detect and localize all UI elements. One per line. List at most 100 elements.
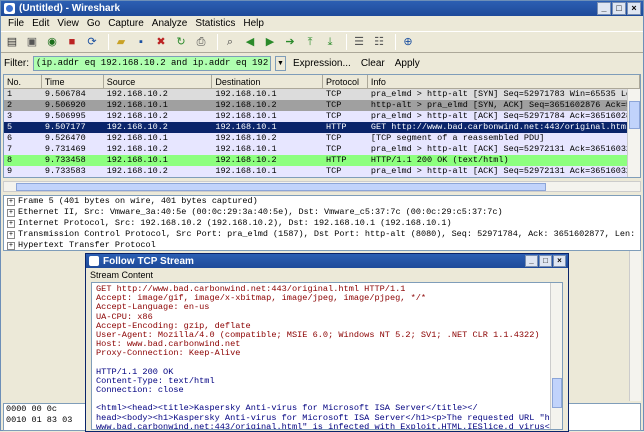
detail-scrollbar[interactable] xyxy=(629,251,641,401)
packet-row[interactable]: 8 9.733458 192.168.10.1 192.168.10.2 HTTP HTT… xyxy=(4,155,640,166)
detail-row-label: Frame 5 (401 bytes on wire, 401 bytes ca… xyxy=(18,196,258,206)
scroll-thumb[interactable] xyxy=(629,101,640,129)
auto-scroll-icon[interactable]: ☷ xyxy=(371,34,387,50)
col-destination[interactable]: Destination xyxy=(212,75,324,88)
print-icon[interactable]: ⎙ xyxy=(193,34,209,50)
packet-cell-dst: 192.168.10.1 xyxy=(215,144,277,154)
go-last-icon[interactable]: ⤓ xyxy=(322,34,338,50)
detail-row-tcp[interactable]: + Transmission Control Protocol, Src Port… xyxy=(4,229,640,240)
packet-cell-no: 5 xyxy=(7,122,13,132)
capture-options-icon[interactable]: ▣ xyxy=(24,34,40,50)
expand-icon[interactable]: + xyxy=(7,230,15,239)
stream-scrollbar[interactable] xyxy=(550,283,562,429)
menu-view[interactable]: View xyxy=(53,18,83,29)
packet-list-hscrollbar[interactable] xyxy=(3,181,641,192)
detail-row-label: Internet Protocol, Src: 192.168.10.2 (19… xyxy=(18,218,452,228)
clear-button[interactable]: Clear xyxy=(358,58,388,69)
expression-button[interactable]: Expression... xyxy=(290,58,354,69)
stream-content-label: Stream Content xyxy=(90,270,154,280)
menu-capture[interactable]: Capture xyxy=(104,18,148,29)
start-capture-icon[interactable]: ◉ xyxy=(44,34,60,50)
request-line: Proxy-Connection: Keep-Alive xyxy=(96,348,241,359)
open-file-icon[interactable]: ▰ xyxy=(113,34,129,50)
close-button[interactable]: × xyxy=(627,2,641,15)
interface-list-icon[interactable]: ▤ xyxy=(4,34,20,50)
go-back-icon[interactable]: ◀ xyxy=(242,34,258,50)
dialog-minimize-button[interactable]: _ xyxy=(525,255,538,267)
packet-cell-time: 9.733458 xyxy=(44,155,86,165)
scroll-thumb[interactable] xyxy=(552,378,562,408)
toolbar-separator xyxy=(217,34,218,50)
toolbar-separator xyxy=(346,34,347,50)
packet-row[interactable]: 2 9.506920 192.168.10.1 192.168.10.2 TCP http… xyxy=(4,100,640,111)
scroll-thumb[interactable] xyxy=(16,183,546,191)
packet-cell-proto: HTTP xyxy=(326,155,347,165)
filter-toolbar: Filter: (ip.addr eq 192.168.10.2 and ip.… xyxy=(1,54,643,72)
detail-row-ethernet[interactable]: + Ethernet II, Src: Vmware_3a:40:5e (00:0… xyxy=(4,207,640,218)
detail-row-ip[interactable]: + Internet Protocol, Src: 192.168.10.2 (1… xyxy=(4,218,640,229)
menu-go[interactable]: Go xyxy=(83,18,104,29)
filter-input[interactable]: (ip.addr eq 192.168.10.2 and ip.addr eq … xyxy=(33,55,271,71)
restart-capture-icon[interactable]: ⟳ xyxy=(84,34,100,50)
title-bar: (Untitled) - Wireshark _ □ × xyxy=(1,1,643,16)
packet-cell-dst: 192.168.10.1 xyxy=(212,177,323,178)
menu-help[interactable]: Help xyxy=(239,18,268,29)
packet-cell-info: http-alt > pra_elmd [SYN, ACK] Seq=36516… xyxy=(370,100,637,110)
filter-dropdown-icon[interactable]: ▼ xyxy=(275,55,286,71)
packet-cell-src: 192.168.10.1 xyxy=(106,100,168,110)
reload-icon[interactable]: ↻ xyxy=(173,34,189,50)
save-file-icon[interactable]: ▪ xyxy=(133,34,149,50)
colorize-icon[interactable]: ☰ xyxy=(351,34,367,50)
detail-row-label: Transmission Control Protocol, Src Port:… xyxy=(18,229,641,239)
apply-button[interactable]: Apply xyxy=(392,58,423,69)
packet-cell-no: 8 xyxy=(7,155,13,165)
menu-edit[interactable]: Edit xyxy=(28,18,53,29)
menu-statistics[interactable]: Statistics xyxy=(191,18,239,29)
maximize-button[interactable]: □ xyxy=(612,2,626,15)
stream-content-text[interactable]: GET http://www.bad.carbonwind.net:443/or… xyxy=(91,282,563,430)
packet-cell-time: 9.526470 xyxy=(44,133,86,143)
col-no[interactable]: No. xyxy=(4,75,42,88)
go-to-packet-icon[interactable]: ➔ xyxy=(282,34,298,50)
packet-row[interactable]: 5 9.507177 192.168.10.2 192.168.10.1 HTTP GET… xyxy=(4,122,640,133)
col-protocol[interactable]: Protocol xyxy=(323,75,368,88)
minimize-button[interactable]: _ xyxy=(597,2,611,15)
packet-cell-time: 9.731469 xyxy=(44,144,86,154)
expand-icon[interactable]: + xyxy=(7,208,15,217)
packet-row[interactable]: 1 9.506784 192.168.10.2 192.168.10.1 TCP pra_… xyxy=(4,89,640,100)
packet-row[interactable]: 6 9.526470 192.168.10.1 192.168.10.2 TCP [TCP… xyxy=(4,133,640,144)
response-line: Connection: close xyxy=(96,385,184,396)
detail-row-frame[interactable]: + Frame 5 (401 bytes on wire, 401 bytes c… xyxy=(4,196,640,207)
zoom-icon[interactable]: ⊕ xyxy=(400,34,416,50)
stop-capture-icon[interactable]: ■ xyxy=(64,34,80,50)
detail-row-http[interactable]: + Hypertext Transfer Protocol xyxy=(4,240,640,250)
menu-file[interactable]: File xyxy=(4,18,28,29)
packet-cell-time: 9.507177 xyxy=(44,122,86,132)
find-icon[interactable]: ⌕ xyxy=(222,34,238,50)
packet-cell-src: 192.168.10.2 xyxy=(106,144,168,154)
dialog-close-button[interactable]: × xyxy=(553,255,566,267)
packet-list[interactable]: No. Time Source Destination Protocol Inf… xyxy=(3,74,641,178)
col-time[interactable]: Time xyxy=(42,75,104,88)
go-forward-icon[interactable]: ▶ xyxy=(262,34,278,50)
packet-detail-tree[interactable]: + Frame 5 (401 bytes on wire, 401 bytes c… xyxy=(3,195,641,251)
go-first-icon[interactable]: ⤒ xyxy=(302,34,318,50)
menu-analyze[interactable]: Analyze xyxy=(148,18,192,29)
dialog-title: Follow TCP Stream xyxy=(103,255,194,267)
close-file-icon[interactable]: ✖ xyxy=(153,34,169,50)
wireshark-app-icon xyxy=(4,3,15,14)
packet-row[interactable]: 9 9.733583 192.168.10.2 192.168.10.1 TCP pra_… xyxy=(4,166,640,177)
packet-row[interactable]: 7 9.731469 192.168.10.2 192.168.10.1 TCP pra_… xyxy=(4,144,640,155)
packet-cell-dst: 192.168.10.1 xyxy=(215,122,277,132)
packet-row[interactable]: 109.733885192.168.10.2192.168.10.1TCPpra… xyxy=(4,177,640,178)
packet-cell-src: 192.168.10.1 xyxy=(106,155,168,165)
packet-row[interactable]: 3 9.506995 192.168.10.2 192.168.10.1 TCP pra_… xyxy=(4,111,640,122)
col-info[interactable]: Info xyxy=(368,75,640,88)
packet-cell-src: 192.168.10.2 xyxy=(106,166,168,176)
expand-icon[interactable]: + xyxy=(7,197,15,206)
dialog-maximize-button[interactable]: □ xyxy=(539,255,552,267)
packet-list-scrollbar[interactable] xyxy=(627,89,640,177)
expand-icon[interactable]: + xyxy=(7,241,15,250)
expand-icon[interactable]: + xyxy=(7,219,15,228)
col-source[interactable]: Source xyxy=(104,75,213,88)
